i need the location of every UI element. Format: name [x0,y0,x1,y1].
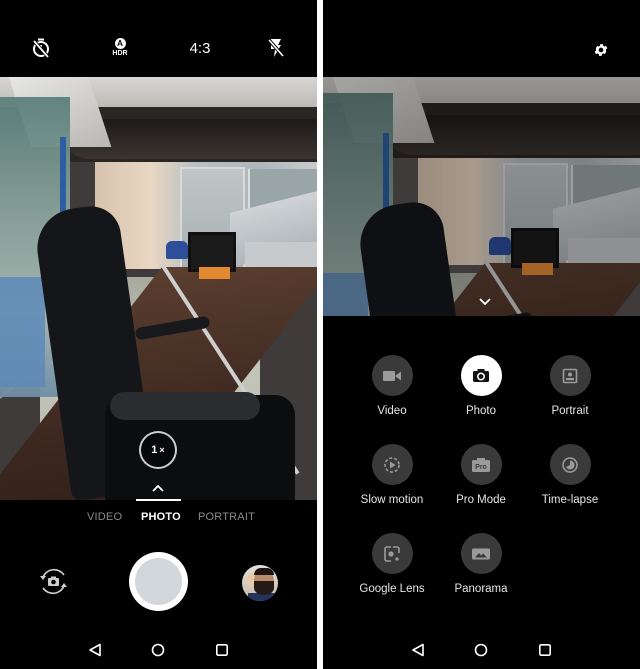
hdr-auto-icon[interactable]: A HDR [108,36,132,60]
camera-mode-menu-screen: Video Photo Portrait Slow motion Pro Pro… [323,0,640,669]
aspect-ratio-button[interactable]: 4:3 [180,36,220,60]
mode-tab-photo[interactable]: PHOTO [141,511,181,523]
zoom-level-button[interactable]: 1 × [139,431,177,469]
mode-label: Time-lapse [541,494,599,506]
switch-camera-icon [40,568,67,595]
mode-label: Pro Mode [456,494,506,506]
home-icon[interactable] [149,641,167,659]
recents-icon[interactable] [536,641,554,659]
back-icon[interactable] [409,641,427,659]
chevron-down-icon[interactable] [478,297,492,307]
home-icon[interactable] [472,641,490,659]
pro-badge: Pro [475,464,487,471]
hdr-label: HDR [112,50,128,57]
camera-viewfinder-screen: A HDR 4:3 1 × VIDEO PHOTO PORTRAIT [0,0,317,669]
time-lapse-icon [549,444,591,485]
mode-option-slow-motion[interactable]: Slow motion [342,444,442,516]
back-icon[interactable] [86,641,104,659]
mode-label: Panorama [454,583,508,595]
mode-tab-portrait[interactable]: PORTRAIT [198,511,255,523]
flash-off-icon[interactable] [264,36,288,60]
zoom-suffix: × [159,445,165,455]
mode-label: Slow motion [360,494,424,506]
selected-mode-indicator [136,499,181,501]
zoom-value: 1 [151,444,158,456]
switch-camera-button[interactable] [37,565,70,598]
panorama-icon [460,533,502,574]
chevron-up-icon[interactable] [151,483,165,493]
pro-mode-icon: Pro [460,444,502,485]
mode-option-photo[interactable]: Photo [431,355,531,427]
shutter-button[interactable] [129,552,188,611]
mode-option-video[interactable]: Video [342,355,442,427]
google-lens-icon [371,533,413,574]
timer-off-icon[interactable] [29,36,53,60]
mode-option-google-lens[interactable]: Google Lens [342,533,442,605]
mode-option-pro-mode[interactable]: Pro Pro Mode [431,444,531,516]
mode-tab-video[interactable]: VIDEO [87,511,122,523]
mode-label: Google Lens [359,583,425,595]
gallery-thumbnail[interactable] [242,565,278,601]
mode-label: Video [377,405,407,417]
mode-option-panorama[interactable]: Panorama [431,533,531,605]
shutter-inner [135,558,182,605]
mode-option-time-lapse[interactable]: Time-lapse [520,444,620,516]
hdr-auto-badge: A [114,38,126,49]
camera-icon [460,355,502,396]
mode-option-portrait[interactable]: Portrait [520,355,620,427]
video-camera-icon [371,355,413,396]
preview-scene [323,77,640,316]
mode-label: Portrait [551,405,589,417]
slow-motion-icon [371,444,413,485]
portrait-icon [549,355,591,396]
recents-icon[interactable] [213,641,231,659]
camera-preview[interactable] [323,77,640,316]
mode-label: Photo [465,405,497,417]
gear-icon[interactable] [590,38,612,62]
